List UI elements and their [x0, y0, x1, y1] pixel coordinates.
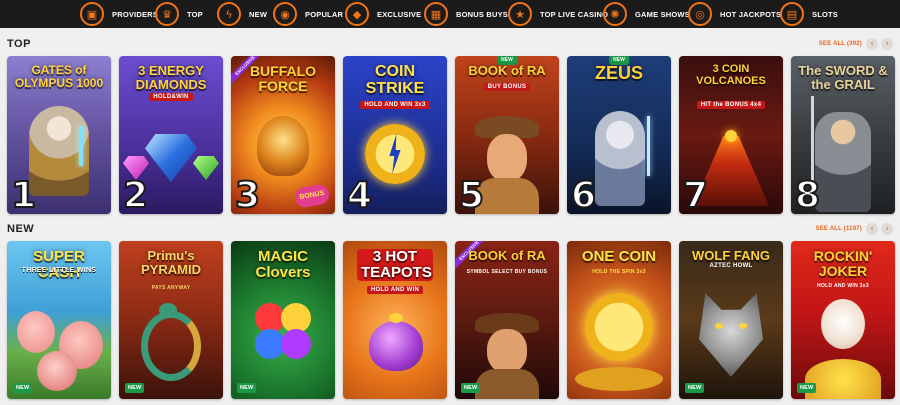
category-label: SLOTS [812, 9, 839, 19]
category-new[interactable]: ϟ NEW [217, 2, 267, 26]
game-tile-3-hot-teapots[interactable]: 3 HOT TEAPOTS HOLD AND WIN [343, 241, 447, 399]
category-label: POPULAR [305, 9, 344, 19]
category-top[interactable]: ♛ TOP [155, 2, 203, 26]
game-title: WOLF FANG [692, 248, 770, 263]
game-subtitle: HOLD THE SPIN 3x3 [592, 269, 646, 275]
game-tile-magic-clovers[interactable]: MAGIC Clovers NEW [231, 241, 335, 399]
diamond-icon: ◆ [345, 2, 369, 26]
game-subtitle: HOLD&WIN [119, 93, 223, 101]
category-popular[interactable]: ◉ POPULAR [273, 2, 343, 26]
carousel-prev-icon[interactable]: ‹ [866, 223, 878, 235]
game-subtitle: AZTEC HOWL [709, 263, 753, 269]
game-subtitle: HIT the BONUS 4x4 [679, 101, 783, 109]
game-tile-rockin-joker[interactable]: ROCKIN' JOKER HOLD AND WIN 3x3 NEW [791, 241, 895, 399]
carousel-next-icon[interactable]: › [881, 223, 893, 235]
game-tile-buffalo-force[interactable]: EXCLUSIVE BUFFALO FORCE BONUS 3 [231, 56, 335, 214]
new-badge: NEW [237, 383, 257, 393]
game-title: BOOK of RA [468, 63, 546, 78]
section-title-new: NEW [7, 223, 35, 235]
rank-number: 8 [794, 175, 821, 215]
game-title: ONE COIN [581, 248, 657, 265]
game-title: The SWORD & the GRAIL [798, 63, 888, 92]
category-top-live-casino[interactable]: ★ TOP LIVE CASINO [508, 2, 608, 26]
game-tile-wolf-fang[interactable]: WOLF FANG AZTEC HOWL NEW [679, 241, 783, 399]
rank-number: 5 [458, 175, 485, 215]
rank-number: 7 [682, 175, 709, 215]
category-bonus-buys[interactable]: ▦ BONUS BUYS [424, 2, 508, 26]
game-title: MAGIC Clovers [255, 248, 311, 281]
rank-number: 6 [570, 175, 597, 215]
game-tile-book-of-ra-buy-bonus[interactable]: NEW BOOK of RA BUY BONUS 5 [455, 56, 559, 214]
carousel-prev-icon[interactable]: ‹ [866, 38, 878, 50]
game-title: GATES of OLYMPUS 1000 [14, 63, 104, 90]
category-label: PROVIDERS [112, 9, 158, 19]
category-label: GAME SHOWS [635, 9, 690, 19]
category-hot-jackpots[interactable]: ◎ HOT JACKPOTS [688, 2, 781, 26]
category-providers[interactable]: ▣ PROVIDERS [80, 2, 158, 26]
see-all-top-link[interactable]: SEE ALL (392) [819, 41, 862, 47]
new-badge: NEW [797, 383, 817, 393]
game-subtitle: SYMBOL SELECT BUY BONUS [466, 269, 548, 275]
game-title: SUPER CASH [33, 248, 85, 281]
game-title: COIN STRIKE [365, 63, 425, 97]
game-tile-sword-and-grail[interactable]: The SWORD & the GRAIL 8 [791, 56, 895, 214]
category-game-shows[interactable]: ✺ GAME SHOWS [603, 2, 690, 26]
flame-icon: ◉ [273, 2, 297, 26]
bolt-icon: ϟ [217, 2, 241, 26]
game-thumbnail [455, 241, 559, 399]
coins-icon: ◎ [688, 2, 712, 26]
category-label: NEW [249, 9, 268, 19]
wheel-icon: ✺ [603, 2, 627, 26]
game-title: ROCKIN' JOKER [813, 248, 873, 279]
game-tile-primus-pyramid[interactable]: Primu's PYRAMID PAYS ANYWAY NEW [119, 241, 223, 399]
game-tile-3-coin-volcanoes[interactable]: 3 COIN VOLCANOES HIT the BONUS 4x4 7 [679, 56, 783, 214]
crown-icon: ♛ [155, 2, 179, 26]
category-label: HOT JACKPOTS [720, 9, 782, 19]
carousel-next-icon[interactable]: › [881, 38, 893, 50]
category-bar: ▣ PROVIDERS ♛ TOP ϟ NEW ◉ POPULAR ◆ EXCL… [0, 0, 900, 28]
game-tile-book-of-ra-symbol-select[interactable]: EXCLUSIVE BOOK of RA SYMBOL SELECT BUY B… [455, 241, 559, 399]
see-all-new-link[interactable]: SEE ALL (1197) [816, 226, 863, 232]
category-label: TOP LIVE CASINO [540, 9, 609, 19]
game-title: 3 HOT TEAPOTS [357, 249, 433, 281]
new-badge: NEW [13, 383, 33, 393]
game-subtitle: THREE LITTLE WINS [21, 267, 97, 274]
game-tile-gates-of-olympus[interactable]: GATES of OLYMPUS 1000 1 [7, 56, 111, 214]
game-tile-zeus[interactable]: NEW ZEUS 6 [567, 56, 671, 214]
game-title: ZEUS [594, 63, 643, 83]
category-exclusive[interactable]: ◆ EXCLUSIVE [345, 2, 421, 26]
section-title-top: TOP [7, 38, 31, 50]
game-subtitle: PAYS ANYWAY [151, 285, 191, 291]
game-tile-coin-strike[interactable]: COIN STRIKE HOLD AND WIN 3x3 4 [343, 56, 447, 214]
category-label: EXCLUSIVE [377, 9, 422, 19]
game-subtitle: HOLD AND WIN 3x3 [817, 283, 869, 289]
rank-number: 3 [234, 175, 261, 215]
category-label: TOP [187, 9, 203, 19]
rank-number: 1 [10, 175, 37, 215]
new-badge: NEW [685, 383, 705, 393]
new-badge: NEW [461, 383, 481, 393]
category-label: BONUS BUYS [456, 9, 509, 19]
star-icon: ★ [508, 2, 532, 26]
slot-machine-icon: ▤ [780, 2, 804, 26]
game-subtitle: HOLD AND WIN [343, 286, 447, 294]
game-title: BUFFALO FORCE [249, 63, 317, 94]
game-tile-super-cash[interactable]: SUPER CASH THREE LITTLE WINS NEW [7, 241, 111, 399]
game-subtitle: BUY BONUS [455, 83, 559, 91]
game-tile-one-coin[interactable]: ONE COIN HOLD THE SPIN 3x3 [567, 241, 671, 399]
new-badge: NEW [125, 383, 145, 393]
game-title: Primu's PYRAMID [141, 248, 201, 277]
gift-icon: ▦ [424, 2, 448, 26]
rank-number: 4 [346, 175, 373, 215]
game-title: 3 COIN VOLCANOES [696, 63, 766, 87]
category-slots[interactable]: ▤ SLOTS [780, 2, 838, 26]
providers-icon: ▣ [80, 2, 104, 26]
game-tile-energy-diamonds[interactable]: 3 ENERGY DIAMONDS HOLD&WIN 2 [119, 56, 223, 214]
rank-number: 2 [122, 175, 149, 215]
game-subtitle: HOLD AND WIN 3x3 [343, 101, 447, 109]
game-title: 3 ENERGY DIAMONDS [135, 63, 207, 92]
game-title: BOOK of RA [468, 248, 546, 263]
